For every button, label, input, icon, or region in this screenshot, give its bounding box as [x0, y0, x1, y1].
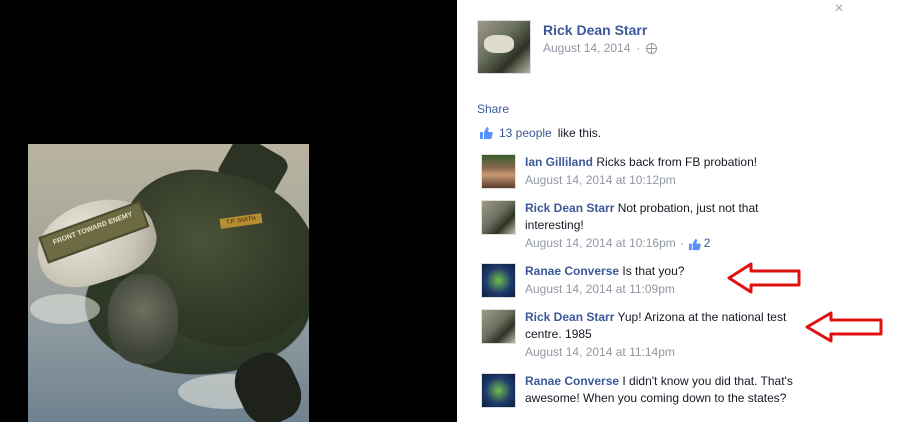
comment-body: Ranae Converse I didn't know you did tha…: [525, 373, 815, 407]
comment-author[interactable]: Ian Gilliland: [525, 155, 593, 169]
meta-separator: ·: [679, 236, 684, 250]
comment-timestamp[interactable]: August 14, 2014 at 11:14pm: [525, 343, 675, 362]
comment-body: Rick Dean Starr Not probation, just not …: [525, 200, 795, 253]
post-sidebar: × Rick Dean Starr August 14, 2014 · Shar…: [457, 0, 898, 422]
skydiver-arm: [226, 344, 309, 422]
likes-summary: 13 people like this.: [479, 126, 601, 140]
thumb-icon: [688, 238, 701, 250]
commenter-avatar[interactable]: [481, 200, 516, 235]
likes-suffix: like this.: [557, 126, 602, 140]
commenter-avatar[interactable]: [481, 154, 516, 189]
share-link[interactable]: Share: [477, 102, 509, 116]
author-avatar[interactable]: [477, 20, 531, 74]
comment-text: Is that you?: [622, 264, 685, 278]
comment-text: Ricks back from FB probation!: [596, 155, 758, 169]
comment-author[interactable]: Ranae Converse: [525, 264, 619, 278]
likes-count-link[interactable]: 13 people: [499, 126, 552, 140]
comment-timestamp[interactable]: August 14, 2014 at 10:12pm: [525, 171, 676, 190]
post-date[interactable]: August 14, 2014: [543, 41, 630, 55]
globe-icon[interactable]: [646, 42, 658, 54]
comment-author[interactable]: Rick Dean Starr: [525, 310, 614, 324]
red-arrow-icon: [727, 262, 801, 294]
comment-timestamp[interactable]: August 14, 2014 at 10:16pm: [525, 234, 676, 253]
oxygen-mask: [108, 274, 178, 364]
comment-timestamp[interactable]: August 14, 2014 at 11:09pm: [525, 280, 675, 299]
comment-body: Rick Dean Starr Yup! Arizona at the nati…: [525, 309, 800, 362]
red-arrow-icon: [805, 311, 883, 343]
commenter-avatar[interactable]: [481, 373, 516, 408]
commenter-avatar[interactable]: [481, 309, 516, 344]
post-meta: August 14, 2014 ·: [543, 41, 658, 55]
comment-author[interactable]: Ranae Converse: [525, 374, 619, 388]
photo-viewer: T.P. SMITH FRONT TOWARD ENEMY: [0, 0, 457, 422]
close-icon[interactable]: ×: [832, 1, 846, 17]
commenter-avatar[interactable]: [481, 263, 516, 298]
comment-author[interactable]: Rick Dean Starr: [525, 201, 614, 215]
author-name[interactable]: Rick Dean Starr: [543, 22, 647, 38]
cloud-shape: [30, 294, 100, 324]
meta-separator: ·: [636, 41, 641, 55]
thumb-icon: [479, 126, 493, 140]
comment-body: Ian Gilliland Ricks back from FB probati…: [525, 154, 811, 190]
comment-like-count[interactable]: 2: [704, 234, 711, 253]
post-photo[interactable]: T.P. SMITH FRONT TOWARD ENEMY: [28, 144, 309, 422]
